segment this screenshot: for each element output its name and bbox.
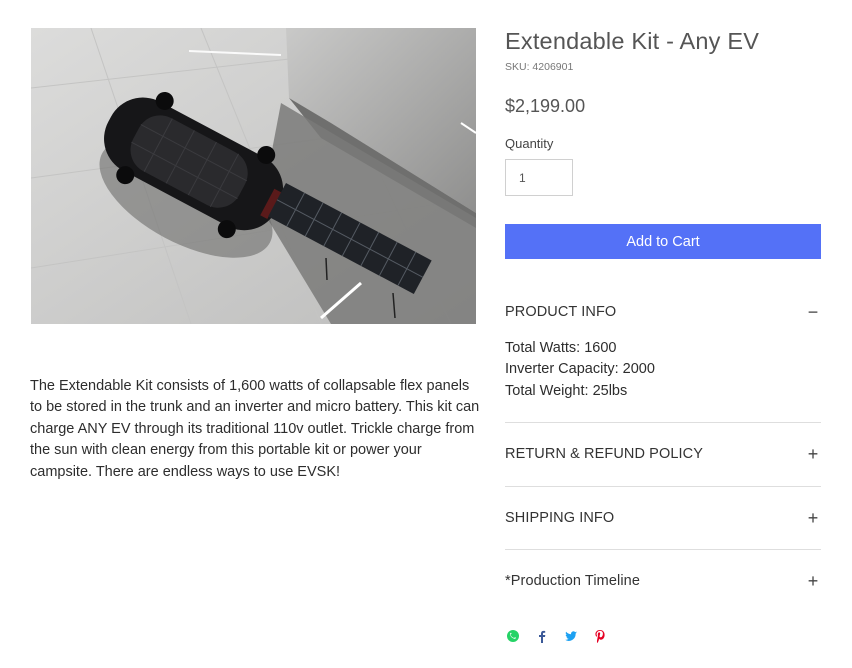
whatsapp-icon[interactable]: [505, 628, 521, 644]
product-sku: SKU: 4206901: [505, 61, 574, 73]
collapse-icon[interactable]: −: [805, 303, 821, 321]
expand-icon[interactable]: +: [805, 572, 821, 590]
product-details: Extendable Kit - Any EV SKU: 4206901 $2,…: [505, 26, 821, 626]
pinterest-icon[interactable]: [592, 628, 608, 644]
facebook-icon[interactable]: [534, 628, 550, 644]
accordion-shipping-info[interactable]: SHIPPING INFO +: [505, 506, 821, 530]
accordion-return-refund[interactable]: RETURN & REFUND POLICY +: [505, 442, 821, 466]
twitter-icon[interactable]: [563, 628, 579, 644]
quantity-label: Quantity: [505, 136, 554, 151]
info-line: Total Watts: 1600: [505, 340, 617, 356]
accordion-title: PRODUCT INFO: [505, 304, 617, 320]
product-info-content: Total Watts: 1600 Inverter Capacity: 200…: [505, 338, 655, 402]
info-line: Inverter Capacity: 2000: [505, 361, 655, 378]
product-description: The Extendable Kit consists of 1,600 wat…: [30, 378, 480, 480]
product-title: Extendable Kit - Any EV: [505, 28, 760, 54]
expand-icon[interactable]: +: [805, 445, 821, 463]
accordion-title: RETURN & REFUND POLICY: [505, 446, 703, 462]
accordion-production-timeline[interactable]: *Production Timeline +: [505, 569, 821, 593]
divider: [505, 422, 821, 423]
share-bar: [505, 628, 608, 644]
quantity-input[interactable]: [505, 159, 573, 196]
add-to-cart-button[interactable]: Add to Cart: [505, 224, 821, 259]
divider: [505, 486, 821, 487]
product-price: $2,199.00: [505, 96, 586, 116]
product-image: [31, 28, 476, 324]
accordion-product-info[interactable]: PRODUCT INFO −: [505, 300, 821, 324]
expand-icon[interactable]: +: [805, 509, 821, 527]
divider: [505, 549, 821, 550]
info-line: Total Weight: 25lbs: [505, 382, 628, 399]
accordion-title: SHIPPING INFO: [505, 510, 615, 526]
accordion-title: *Production Timeline: [505, 573, 640, 589]
